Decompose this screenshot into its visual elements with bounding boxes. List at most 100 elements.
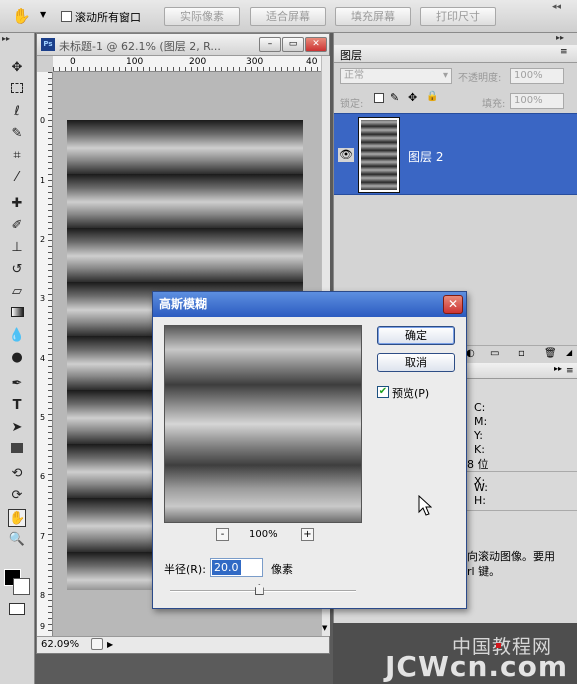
info-divider (467, 510, 577, 511)
pen-tool-icon[interactable]: ✒ (8, 375, 26, 393)
opacity-field[interactable]: 100% (510, 68, 564, 84)
lock-pixels-icon[interactable]: ✎ (390, 91, 399, 104)
collapse-arrows-icon[interactable]: ◂◂ (552, 2, 561, 12)
blend-mode-select[interactable]: 正常 ▾ (340, 68, 452, 84)
mouse-cursor-icon (418, 495, 432, 516)
status-menu-arrow-icon[interactable]: ▶ (107, 640, 113, 649)
fill-screen-button[interactable]: 填充屏幕 (335, 7, 411, 26)
info-y: Y: (474, 429, 483, 442)
preview-label[interactable]: 预览(P) (392, 385, 429, 401)
background-color-swatch[interactable] (13, 578, 30, 595)
fit-screen-button[interactable]: 适合屏幕 (250, 7, 326, 26)
new-layer-icon[interactable]: ▫ (518, 348, 525, 359)
lock-position-icon[interactable]: ✥ (408, 91, 417, 104)
toolbox-collapse-icon[interactable]: ▸▸ (2, 34, 10, 43)
eye-visibility-icon[interactable]: 👁 (338, 148, 354, 162)
document-title-bar[interactable]: Ps 未标题-1 @ 62.1% (图层 2, R... – ▭ ✕ (37, 34, 329, 56)
quick-select-tool-icon[interactable]: ✎ (8, 125, 26, 143)
tab-layers[interactable]: 图层 (340, 47, 362, 63)
close-button[interactable]: ✕ (305, 37, 327, 52)
move-tool-icon[interactable]: ✥ (8, 59, 26, 77)
actual-pixels-button[interactable]: 实际像素 (164, 7, 240, 26)
hand-tool-active-icon[interactable]: ✋ (8, 509, 26, 527)
path-select-tool-icon[interactable]: ➤ (8, 419, 26, 437)
ruler-tick: 100 (126, 57, 144, 67)
blur-preview[interactable] (164, 325, 362, 523)
zoom-out-button[interactable]: - (216, 528, 229, 541)
3d-rotate-tool-icon[interactable]: ⟲ (8, 465, 26, 483)
dialog-title-bar[interactable]: 高斯模糊 ✕ (153, 292, 466, 317)
scroll-all-checkbox[interactable] (61, 11, 72, 22)
ok-button[interactable]: 确定 (377, 326, 455, 345)
clone-stamp-tool-icon[interactable]: ⊥ (8, 239, 26, 257)
brush-tool-icon[interactable]: ✐ (8, 217, 26, 235)
radius-value: 20.0 (212, 560, 241, 575)
gaussian-blur-dialog: 高斯模糊 ✕ - 100% + 确定 取消 ✔ 预览(P) 半径(R): 20.… (152, 291, 467, 609)
blur-tool-icon[interactable]: 💧 (8, 327, 26, 345)
ruler-tick: 2 (40, 235, 46, 244)
minimize-button[interactable]: – (259, 37, 281, 52)
layers-tab-bar: 图层 ≡ (334, 45, 577, 63)
fill-field[interactable]: 100% (510, 93, 564, 109)
shape-tool-icon[interactable] (8, 441, 26, 459)
marquee-tool-icon[interactable] (8, 81, 26, 99)
ruler-tick: 7 (40, 532, 46, 541)
cancel-button[interactable]: 取消 (377, 353, 455, 372)
scroll-all-label: 滚动所有窗口 (75, 11, 141, 24)
options-bar: ✋ ▼ 滚动所有窗口 实际像素 适合屏幕 填充屏幕 打印尺寸 ◂◂ (0, 0, 577, 33)
gradient-tool-icon[interactable] (8, 305, 26, 323)
ruler-tick: 9 (40, 622, 46, 631)
hand-tool-icon[interactable]: ✋ (12, 7, 31, 25)
dialog-close-button[interactable]: ✕ (443, 295, 463, 314)
ruler-tick: 200 (189, 57, 207, 67)
zoom-tool-icon[interactable]: 🔍 (8, 531, 26, 549)
zoom-status[interactable]: 62.09% (41, 639, 79, 650)
layer-name[interactable]: 图层 2 (408, 148, 443, 165)
info-w: W: (474, 481, 488, 494)
lock-transparent-icon[interactable] (374, 93, 384, 103)
zoom-in-button[interactable]: + (301, 528, 314, 541)
lock-all-icon[interactable]: 🔒 (426, 91, 438, 102)
fill-value: 100% (514, 95, 543, 106)
ruler-tick: 0 (70, 57, 76, 67)
watermark-latin: JCWcn.com (385, 650, 569, 683)
panel-resize-icon[interactable]: ◢ (566, 348, 572, 357)
crop-tool-icon[interactable]: ⌗ (8, 147, 26, 165)
history-brush-tool-icon[interactable]: ↺ (8, 261, 26, 279)
quick-mask-icon[interactable] (9, 603, 25, 615)
adjustment-layer-icon[interactable]: ◐ (466, 348, 475, 359)
status-info-icon[interactable] (91, 638, 103, 650)
panel-menu-icon[interactable]: ≡ (560, 47, 568, 57)
eyedropper-tool-icon[interactable]: ⁄ (8, 169, 26, 187)
panel-menu-icon[interactable]: ≡ (566, 366, 574, 376)
info-divider (467, 471, 577, 472)
info-m: M: (474, 415, 488, 428)
radius-input[interactable]: 20.0 (210, 558, 263, 577)
radius-slider-thumb[interactable] (254, 584, 264, 595)
print-size-button[interactable]: 打印尺寸 (420, 7, 496, 26)
preview-checkbox[interactable]: ✔ (377, 386, 389, 398)
group-layer-icon[interactable]: ▭ (490, 348, 499, 359)
lasso-tool-icon[interactable]: ℓ (8, 103, 26, 121)
radius-label: 半径(R): (164, 563, 206, 576)
3d-orbit-tool-icon[interactable]: ⟳ (8, 487, 26, 505)
ruler-tick: 5 (40, 413, 46, 422)
delete-layer-icon[interactable]: 🗑 (544, 348, 557, 359)
panel-collapse-icon[interactable]: ▸▸ (554, 364, 562, 373)
info-c: C: (474, 401, 486, 414)
layer-row[interactable]: 👁 图层 2 (334, 113, 577, 195)
opacity-value: 100% (514, 70, 543, 81)
scroll-down-arrow-icon[interactable]: ▼ (322, 624, 327, 632)
dodge-tool-icon[interactable]: ● (8, 349, 26, 367)
info-hint-line1: 向滚动图像。要用 (467, 550, 555, 563)
type-tool-icon[interactable]: T (8, 397, 26, 415)
ps-document-icon: Ps (41, 38, 55, 51)
panel-collapse-icon[interactable]: ▸▸ (556, 33, 564, 42)
maximize-button[interactable]: ▭ (282, 37, 304, 52)
preview-zoom-level: 100% (249, 529, 278, 540)
healing-brush-tool-icon[interactable]: ✚ (8, 195, 26, 213)
tool-preset-dropdown-icon[interactable]: ▼ (40, 10, 46, 19)
radius-unit: 像素 (271, 563, 293, 576)
eraser-tool-icon[interactable]: ▱ (8, 283, 26, 301)
layer-thumbnail (358, 117, 400, 193)
